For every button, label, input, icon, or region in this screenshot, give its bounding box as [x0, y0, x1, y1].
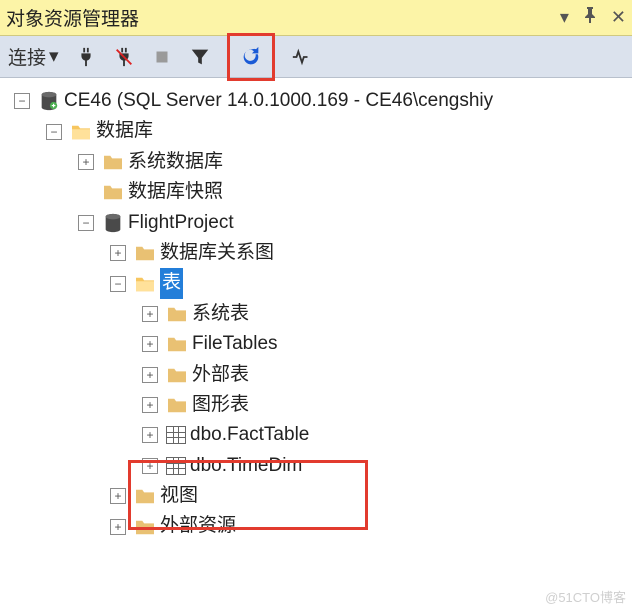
- snapshot-label: 数据库快照: [128, 177, 223, 207]
- folder-icon: [102, 183, 124, 201]
- folder-icon: [166, 305, 188, 323]
- expander-icon[interactable]: −: [14, 93, 30, 109]
- databases-label: 数据库: [96, 116, 153, 146]
- systables-node[interactable]: + 系统表: [2, 299, 630, 329]
- chevron-down-icon: ▾: [49, 45, 59, 68]
- folder-open-icon: [134, 275, 156, 293]
- folder-icon: [166, 335, 188, 353]
- activity-icon[interactable]: [291, 46, 313, 68]
- expander-icon[interactable]: −: [110, 276, 126, 292]
- expander-icon[interactable]: +: [142, 306, 158, 322]
- expander-icon[interactable]: +: [78, 154, 94, 170]
- timedim-node[interactable]: + dbo.TimeDim: [2, 451, 630, 481]
- folder-icon: [134, 244, 156, 262]
- database-icon: [102, 212, 124, 234]
- connect-label: 连接: [8, 43, 46, 70]
- folder-icon: [70, 123, 92, 141]
- expander-icon[interactable]: +: [142, 458, 158, 474]
- expander-icon[interactable]: +: [110, 488, 126, 504]
- timedim-label: dbo.TimeDim: [190, 451, 302, 481]
- stop-icon[interactable]: [151, 46, 173, 68]
- table-icon: [166, 426, 186, 444]
- views-label: 视图: [160, 481, 198, 511]
- filetables-node[interactable]: + FileTables: [2, 329, 630, 359]
- dropdown-icon[interactable]: ▾: [560, 7, 569, 28]
- folder-icon: [166, 396, 188, 414]
- expander-icon[interactable]: +: [142, 367, 158, 383]
- databases-node[interactable]: − 数据库: [2, 116, 630, 146]
- server-node[interactable]: − CE46 (SQL Server 14.0.1000.169 - CE46\…: [2, 86, 630, 116]
- panel-titlebar: 对象资源管理器 ▾ ✕: [0, 0, 632, 36]
- externaltables-node[interactable]: + 外部表: [2, 360, 630, 390]
- facttable-label: dbo.FactTable: [190, 420, 309, 450]
- extres-node[interactable]: + 外部资源: [2, 511, 630, 541]
- filter-icon[interactable]: [189, 46, 211, 68]
- expander-icon[interactable]: +: [110, 519, 126, 535]
- expander-blank: [78, 184, 94, 200]
- facttable-node[interactable]: + dbo.FactTable: [2, 420, 630, 450]
- folder-icon: [166, 366, 188, 384]
- folder-icon: [102, 153, 124, 171]
- toolbar: 连接 ▾: [0, 36, 632, 78]
- connect-button[interactable]: 连接 ▾: [8, 43, 59, 70]
- externaltables-label: 外部表: [192, 360, 249, 390]
- server-label: CE46 (SQL Server 14.0.1000.169 - CE46\ce…: [64, 86, 493, 116]
- plug-disconnect-icon[interactable]: [113, 46, 135, 68]
- refresh-icon[interactable]: [240, 46, 262, 68]
- diagrams-label: 数据库关系图: [160, 238, 274, 268]
- graphtables-node[interactable]: + 图形表: [2, 390, 630, 420]
- diagrams-node[interactable]: + 数据库关系图: [2, 238, 630, 268]
- expander-icon[interactable]: +: [142, 427, 158, 443]
- extres-label: 外部资源: [160, 511, 236, 541]
- views-node[interactable]: + 视图: [2, 481, 630, 511]
- plug-connect-icon[interactable]: [75, 46, 97, 68]
- expander-icon[interactable]: +: [142, 336, 158, 352]
- sysdb-node[interactable]: + 系统数据库: [2, 147, 630, 177]
- watermark: @51CTO博客: [545, 587, 626, 606]
- refresh-highlight-box: [227, 33, 275, 81]
- tables-label: 表: [160, 268, 183, 298]
- server-icon: [38, 90, 60, 112]
- folder-icon: [134, 487, 156, 505]
- tables-node[interactable]: − 表: [2, 268, 630, 298]
- expander-icon[interactable]: +: [110, 245, 126, 261]
- close-icon[interactable]: ✕: [611, 7, 626, 28]
- pin-icon[interactable]: [583, 7, 597, 28]
- expander-icon[interactable]: −: [46, 124, 62, 140]
- project-label: FlightProject: [128, 208, 234, 238]
- snapshot-node[interactable]: 数据库快照: [2, 177, 630, 207]
- graphtables-label: 图形表: [192, 390, 249, 420]
- expander-icon[interactable]: −: [78, 215, 94, 231]
- titlebar-controls: ▾ ✕: [560, 7, 626, 28]
- project-db-node[interactable]: − FlightProject: [2, 208, 630, 238]
- table-icon: [166, 457, 186, 475]
- filetables-label: FileTables: [192, 329, 278, 359]
- sysdb-label: 系统数据库: [128, 147, 223, 177]
- folder-icon: [134, 518, 156, 536]
- object-explorer-tree: − CE46 (SQL Server 14.0.1000.169 - CE46\…: [0, 78, 632, 550]
- expander-icon[interactable]: +: [142, 397, 158, 413]
- panel-title: 对象资源管理器: [6, 4, 560, 31]
- systables-label: 系统表: [192, 299, 249, 329]
